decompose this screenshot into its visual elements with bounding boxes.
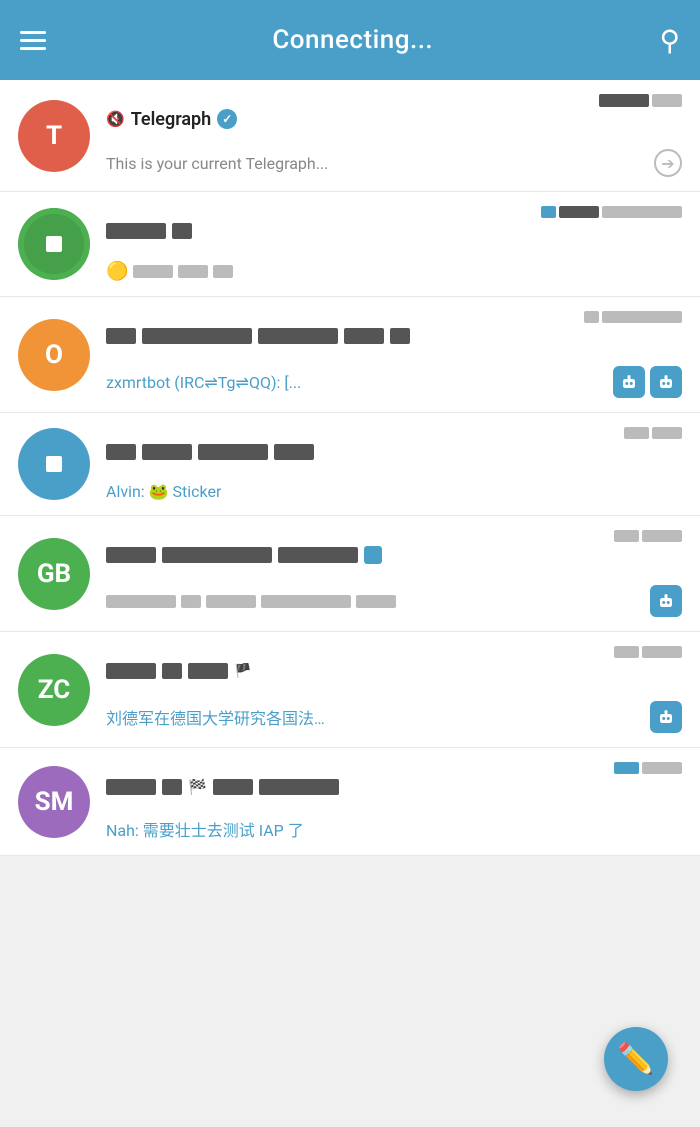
right-section [541,206,682,256]
chat-content: 🏁 Nah: 需要壮士去测试 IAP 了 [106,762,682,841]
chat-preview: Alvin: 🐸 Sticker [106,482,221,501]
chat-content: 🟡 [106,206,682,282]
compose-icon: ✏️ [617,1042,654,1077]
top-bar: Connecting... ⚲ [0,0,700,80]
list-item[interactable]: GB [0,516,700,632]
list-item[interactable]: T 🔇 Telegraph ✓ This is your current Tel… [0,80,700,192]
muted-icon: 🔇 [106,110,125,128]
avatar: SM [18,766,90,838]
chat-content [106,530,682,617]
list-item[interactable]: SM 🏁 Nah: 需要壮士去测 [0,748,700,856]
time-area [599,94,682,107]
chat-preview: Nah: 需要壮士去测试 IAP 了 [106,817,304,841]
preview-row [106,595,650,608]
chat-name [106,328,410,344]
chat-preview: This is your current Telegraph... [106,154,328,173]
avatar: T [18,100,90,172]
avatar [18,208,90,280]
share-icon: ➔ [654,149,682,177]
chat-list: T 🔇 Telegraph ✓ This is your current Tel… [0,80,700,856]
list-item[interactable]: ZC 🏴 刘德军在德国大学研究各国法… [0,632,700,748]
chat-preview: zхmrtbot (IRC⇌Tg⇌QQ): [... [106,373,301,392]
bot-icon [650,701,682,733]
right-section [602,427,682,477]
hamburger-menu[interactable] [20,31,46,50]
name-text: Telegraph [131,109,212,130]
right-section [602,646,682,696]
avatar [18,428,90,500]
list-item[interactable]: Alvin: 🐸 Sticker [0,413,700,516]
right-section [602,530,682,580]
avatar: GB [18,538,90,610]
list-item[interactable]: O zхmrtbot (IRC⇌ [0,297,700,413]
sender-name: zхmrtbot (IRC⇌Tg⇌QQ): [... [106,373,301,392]
avatar-icon [46,236,62,252]
chat-name: 🔇 Telegraph ✓ [106,109,237,130]
page-title: Connecting... [272,25,433,55]
sender-name: Alvin: 🐸 Sticker [106,482,221,501]
status-area [613,366,682,398]
chat-name: 🏴 [106,663,251,679]
chat-preview: 刘德军在德国大学研究各国法… [106,705,325,729]
chat-content: 🏴 刘德军在德国大学研究各国法… [106,646,682,733]
list-item[interactable]: 🟡 [0,192,700,297]
avatar: O [18,319,90,391]
search-button[interactable]: ⚲ [659,24,680,57]
compose-fab[interactable]: ✏️ [604,1027,668,1091]
chat-name [106,546,382,564]
sender-name: Nah: 需要壮士去测试 IAP 了 [106,821,304,840]
chat-name: 🏁 [106,778,339,796]
right-section [602,762,682,812]
verified-badge: ✓ [217,109,237,129]
bot-icon [650,585,682,617]
avatar: ZC [18,654,90,726]
bot-icon-2 [650,366,682,398]
chat-content: 🔇 Telegraph ✓ This is your current Teleg… [106,94,682,177]
bot-icon [613,366,645,398]
avatar-icon [46,456,62,472]
chat-name [106,223,192,239]
right-section [599,94,682,144]
preview-items: 🟡 [106,261,233,282]
chat-content: Alvin: 🐸 Sticker [106,427,682,501]
chat-content: zхmrtbot (IRC⇌Tg⇌QQ): [... [106,311,682,398]
chat-name [106,444,314,460]
right-section [584,311,682,361]
